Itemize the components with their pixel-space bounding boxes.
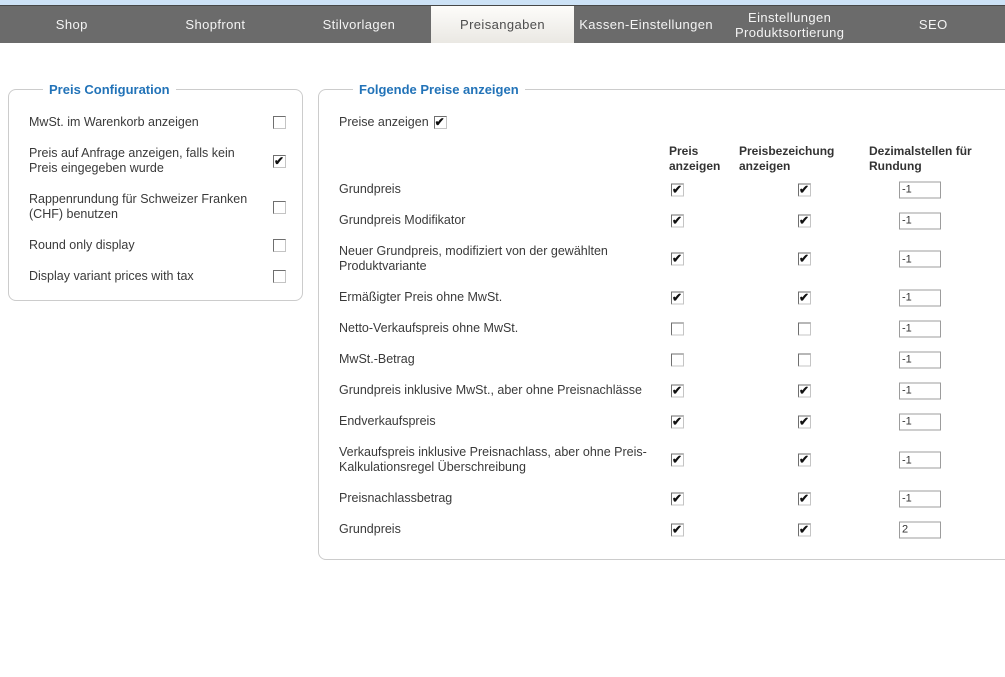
- price-row-label: Grundpreis: [339, 182, 679, 197]
- show-price-checkbox[interactable]: [671, 523, 684, 536]
- price-row: Endverkaufspreis: [339, 414, 997, 429]
- tab-preisangaben[interactable]: Preisangaben: [431, 6, 575, 43]
- option-label: Preis auf Anfrage anzeigen, falls kein P…: [29, 146, 257, 176]
- decimals-input[interactable]: [899, 212, 941, 229]
- show-label-checkbox[interactable]: [798, 523, 811, 536]
- option-row: Preis auf Anfrage anzeigen, falls kein P…: [29, 146, 286, 176]
- decimals-input[interactable]: [899, 490, 941, 507]
- show-price-checkbox[interactable]: [671, 384, 684, 397]
- preis-auf-anfrage-checkbox[interactable]: [273, 155, 286, 168]
- show-price-checkbox[interactable]: [671, 291, 684, 304]
- settings-tabbar: Shop Shopfront Stilvorlagen Preisangaben…: [0, 5, 1005, 43]
- price-row-label: Ermäßigter Preis ohne MwSt.: [339, 290, 679, 305]
- master-toggle-row: Preise anzeigen: [339, 115, 997, 130]
- option-label: MwSt. im Warenkorb anzeigen: [29, 115, 257, 130]
- price-row: Grundpreis: [339, 182, 997, 197]
- show-price-checkbox[interactable]: [671, 492, 684, 505]
- price-display-fieldset: Folgende Preise anzeigen Preise anzeigen…: [318, 82, 1005, 560]
- tab-shop[interactable]: Shop: [0, 6, 144, 43]
- price-row-label: Endverkaufspreis: [339, 414, 679, 429]
- price-row-label: Grundpreis inklusive MwSt., aber ohne Pr…: [339, 383, 679, 398]
- column-header-show-price: Preis anzeigen: [669, 144, 731, 174]
- show-label-checkbox[interactable]: [798, 322, 811, 335]
- price-row: MwSt.-Betrag: [339, 352, 997, 367]
- price-row: Neuer Grundpreis, modifiziert von der ge…: [339, 244, 997, 274]
- option-row: Display variant prices with tax: [29, 269, 286, 284]
- show-price-checkbox[interactable]: [671, 183, 684, 196]
- show-label-checkbox[interactable]: [798, 454, 811, 467]
- price-row: Grundpreis inklusive MwSt., aber ohne Pr…: [339, 383, 997, 398]
- decimals-input[interactable]: [899, 320, 941, 337]
- price-row-label: Grundpreis Modifikator: [339, 213, 679, 228]
- price-row: Verkaufspreis inklusive Preisnachlass, a…: [339, 445, 997, 475]
- price-row-label: Neuer Grundpreis, modifiziert von der ge…: [339, 244, 679, 274]
- decimals-input[interactable]: [899, 289, 941, 306]
- show-label-checkbox[interactable]: [798, 183, 811, 196]
- tab-seo[interactable]: SEO: [861, 6, 1005, 43]
- decimals-input[interactable]: [899, 413, 941, 430]
- show-label-checkbox[interactable]: [798, 492, 811, 505]
- show-label-checkbox[interactable]: [798, 384, 811, 397]
- show-price-checkbox[interactable]: [671, 214, 684, 227]
- price-row-label: Netto-Verkaufspreis ohne MwSt.: [339, 321, 679, 336]
- show-label-checkbox[interactable]: [798, 353, 811, 366]
- show-price-checkbox[interactable]: [671, 415, 684, 428]
- price-display-legend: Folgende Preise anzeigen: [353, 82, 525, 97]
- show-price-checkbox[interactable]: [671, 253, 684, 266]
- show-label-checkbox[interactable]: [798, 291, 811, 304]
- preise-anzeigen-checkbox[interactable]: [434, 116, 447, 129]
- price-configuration-legend: Preis Configuration: [43, 82, 176, 97]
- option-row: MwSt. im Warenkorb anzeigen: [29, 115, 286, 130]
- price-row: Netto-Verkaufspreis ohne MwSt.: [339, 321, 997, 336]
- rappenrundung-checkbox[interactable]: [273, 201, 286, 214]
- show-price-checkbox[interactable]: [671, 322, 684, 335]
- column-header-show-label: Preisbezeichung anzeigen: [739, 144, 851, 174]
- price-row: Grundpreis Modifikator: [339, 213, 997, 228]
- show-price-checkbox[interactable]: [671, 454, 684, 467]
- tab-shopfront[interactable]: Shopfront: [144, 6, 288, 43]
- decimals-input[interactable]: [899, 181, 941, 198]
- column-header-decimals: Dezimalstellen für Rundung: [869, 144, 994, 174]
- option-row: Round only display: [29, 238, 286, 253]
- variant-prices-tax-checkbox[interactable]: [273, 270, 286, 283]
- decimals-input[interactable]: [899, 382, 941, 399]
- price-row-label: Grundpreis: [339, 522, 679, 537]
- decimals-input[interactable]: [899, 251, 941, 268]
- option-label: Rappenrundung für Schweizer Franken (CHF…: [29, 192, 257, 222]
- option-label: Round only display: [29, 238, 257, 253]
- price-row: Ermäßigter Preis ohne MwSt.: [339, 290, 997, 305]
- mwst-warenkorb-checkbox[interactable]: [273, 116, 286, 129]
- price-row: Grundpreis: [339, 522, 997, 537]
- round-only-display-checkbox[interactable]: [273, 239, 286, 252]
- price-row-label: MwSt.-Betrag: [339, 352, 679, 367]
- show-price-checkbox[interactable]: [671, 353, 684, 366]
- tab-kassen-einstellungen[interactable]: Kassen-Einstellungen: [574, 6, 718, 43]
- price-row-label: Verkaufspreis inklusive Preisnachlass, a…: [339, 445, 679, 475]
- price-table-header: Preis anzeigen Preisbezeichung anzeigen …: [339, 144, 997, 174]
- option-label: Display variant prices with tax: [29, 269, 257, 284]
- price-configuration-fieldset: Preis Configuration MwSt. im Warenkorb a…: [8, 82, 303, 301]
- show-label-checkbox[interactable]: [798, 415, 811, 428]
- show-label-checkbox[interactable]: [798, 214, 811, 227]
- decimals-input[interactable]: [899, 521, 941, 538]
- decimals-input[interactable]: [899, 351, 941, 368]
- decimals-input[interactable]: [899, 452, 941, 469]
- master-toggle-label: Preise anzeigen: [339, 115, 429, 130]
- show-label-checkbox[interactable]: [798, 253, 811, 266]
- tab-einstellungen-produktsortierung[interactable]: Einstellungen Produktsortierung: [718, 6, 862, 43]
- tab-stilvorlagen[interactable]: Stilvorlagen: [287, 6, 431, 43]
- price-row-label: Preisnachlassbetrag: [339, 491, 679, 506]
- price-row: Preisnachlassbetrag: [339, 491, 997, 506]
- option-row: Rappenrundung für Schweizer Franken (CHF…: [29, 192, 286, 222]
